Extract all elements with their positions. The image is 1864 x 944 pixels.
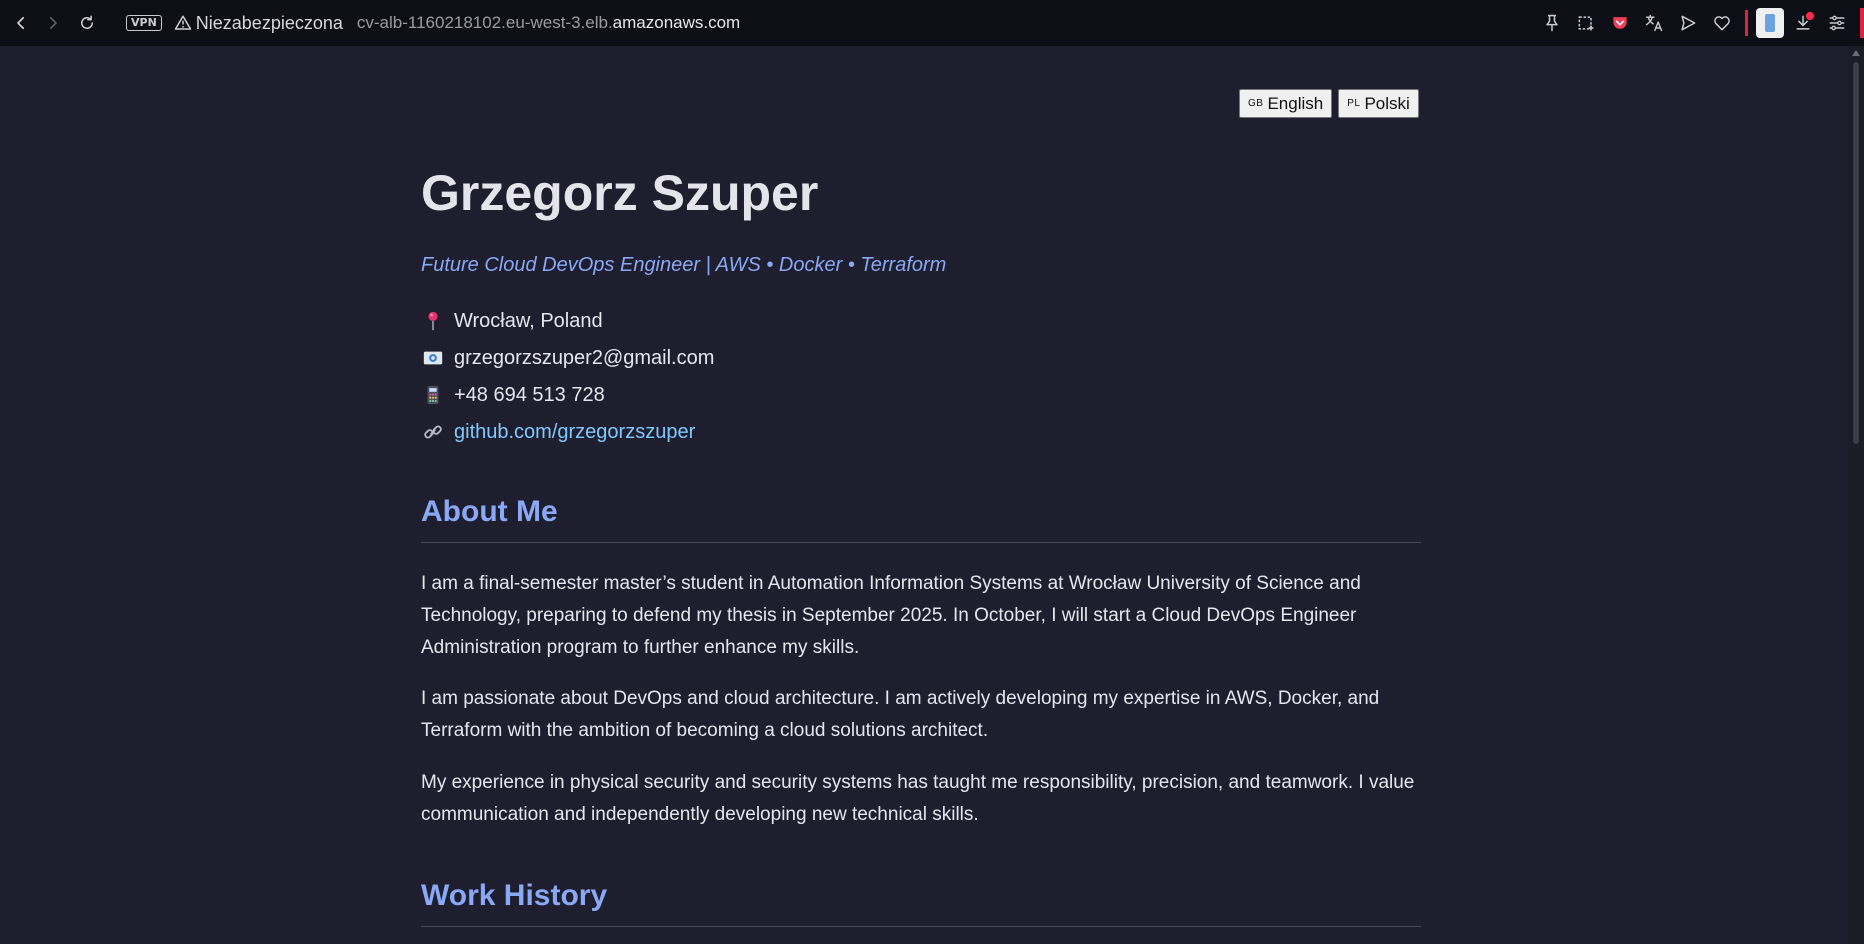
browser-toolbar: VPN Niezabezpieczona cv-alb-1160218102.e… [0, 0, 1864, 46]
send-icon [1681, 15, 1696, 31]
about-paragraph-1: I am a final-semester master’s student i… [421, 573, 1361, 658]
forward-button[interactable] [40, 10, 66, 36]
favorite-button[interactable] [1705, 6, 1739, 40]
url-prefix: cv-alb-1160218102.eu-west-3.elb. [356, 13, 613, 32]
scroll-up-icon[interactable] [1852, 50, 1860, 56]
page-viewport: GB English PL Polski Grzegorz Szuper Fut… [0, 46, 1848, 944]
contact-email: grzegorzszuper2@gmail.com [421, 344, 714, 372]
polish-button[interactable]: PL Polski [1338, 89, 1419, 118]
address-bar[interactable]: cv-alb-1160218102.eu-west-3.elb.amazonaw… [357, 13, 740, 33]
location-text: Wrocław, Poland [454, 309, 603, 332]
toolbar-actions [1535, 0, 1864, 46]
english-button[interactable]: GB English [1239, 89, 1333, 118]
pushpin-icon [421, 309, 445, 333]
pin-button[interactable] [1535, 6, 1569, 40]
work-history-heading: Work History [421, 879, 608, 912]
pocket-button[interactable] [1603, 6, 1637, 40]
scroll-thumb[interactable] [1853, 62, 1859, 444]
translate-icon [1645, 14, 1663, 32]
vpn-badge[interactable]: VPN [126, 15, 162, 31]
chevron-right-icon [49, 16, 57, 30]
contact-github: github.com/grzegorzszuper [421, 418, 695, 446]
chevron-left-icon [17, 16, 25, 30]
url-domain: amazonaws.com [612, 13, 741, 32]
reload-button[interactable] [74, 10, 100, 36]
warning-icon[interactable] [174, 14, 192, 32]
link-icon [421, 420, 445, 444]
github-link[interactable]: github.com/grzegorzszuper [454, 421, 695, 444]
send-button[interactable] [1671, 6, 1705, 40]
back-button[interactable] [8, 10, 34, 36]
language-switch: GB English PL Polski [1239, 89, 1419, 118]
pin-icon [1546, 14, 1558, 32]
downloads-button[interactable] [1786, 6, 1820, 40]
security-status[interactable]: Niezabezpieczona [196, 13, 343, 34]
menu-icon [1829, 15, 1845, 31]
about-paragraph-2: I am passionate about DevOps and cloud a… [421, 688, 1380, 741]
page-scrollbar[interactable] [1848, 46, 1864, 944]
gb-flag-icon: GB [1248, 98, 1264, 109]
menu-button[interactable] [1820, 6, 1854, 40]
work-history-divider [421, 926, 1421, 927]
screenshot-button[interactable] [1569, 6, 1603, 40]
toolbar-separator [1745, 10, 1748, 36]
page-title: Grzegorz Szuper [421, 165, 819, 221]
screenshot-icon [1578, 16, 1594, 31]
about-paragraph-3: My experience in physical security and s… [421, 772, 1415, 825]
pl-flag-icon: PL [1347, 98, 1361, 109]
about-divider [421, 542, 1421, 543]
english-label: English [1267, 93, 1324, 113]
bottle-icon [1765, 14, 1775, 32]
extension-avatar[interactable] [1756, 8, 1784, 38]
polish-label: Polski [1364, 93, 1410, 113]
pocket-icon [1613, 17, 1627, 29]
heart-icon [1714, 16, 1730, 31]
tagline: Future Cloud DevOps Engineer | AWS • Doc… [421, 254, 947, 276]
contact-phone: +48 694 513 728 [421, 381, 605, 409]
translate-button[interactable] [1637, 6, 1671, 40]
phone-icon [421, 383, 445, 407]
contact-location: Wrocław, Poland [421, 307, 603, 335]
notification-dot [1806, 12, 1814, 20]
email-text[interactable]: grzegorzszuper2@gmail.com [454, 347, 714, 370]
sidebar-accent [1860, 8, 1864, 38]
phone-text: +48 694 513 728 [454, 383, 605, 406]
reload-icon [81, 15, 93, 29]
about-heading: About Me [421, 495, 558, 528]
email-icon [421, 346, 445, 370]
